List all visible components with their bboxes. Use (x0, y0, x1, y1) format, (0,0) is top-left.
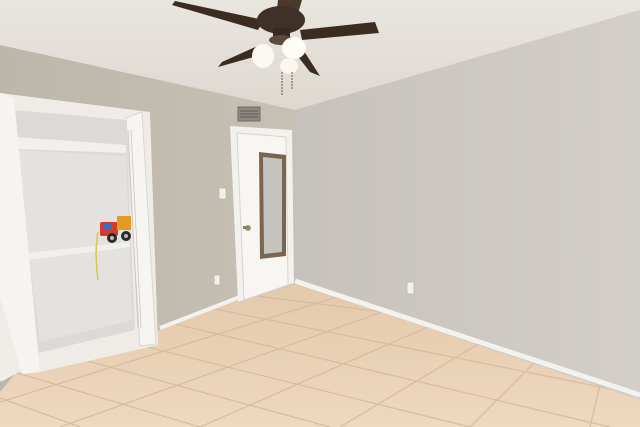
door-mirror (263, 157, 282, 254)
fan-light-bottom (280, 58, 298, 74)
fan-light-center (282, 37, 306, 59)
fan-light-left (252, 44, 274, 68)
wall-outlet-left (213, 274, 221, 286)
wall-outlet-right (406, 281, 415, 295)
bedroom-scene (0, 0, 640, 427)
light-switch[interactable] (218, 187, 227, 200)
